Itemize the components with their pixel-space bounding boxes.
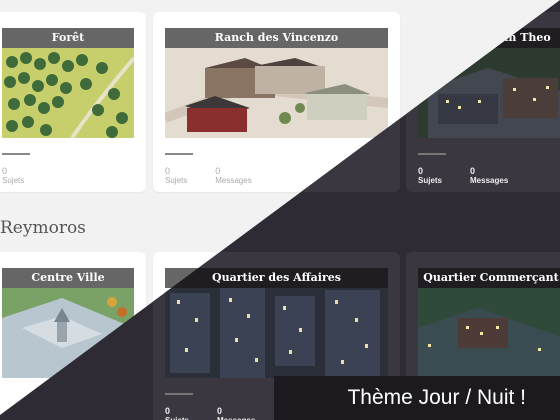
forum-stats: 0Sujets 0Messages bbox=[165, 166, 252, 185]
separator bbox=[165, 393, 193, 395]
subjects-label: Sujets bbox=[418, 176, 443, 185]
subjects-count: 0 bbox=[418, 166, 424, 176]
separator bbox=[165, 153, 193, 155]
forum-title[interactable]: Quartier des Affaires bbox=[165, 268, 388, 288]
messages-stat: 0Messages bbox=[470, 166, 508, 185]
messages-label: Messages bbox=[470, 176, 509, 185]
forum-title[interactable]: Centre Ville bbox=[2, 268, 134, 288]
subjects-count: 0 bbox=[165, 166, 171, 176]
messages-label: Messages bbox=[217, 416, 255, 420]
messages-count: 0 bbox=[215, 166, 221, 176]
messages-count: 0 bbox=[470, 166, 476, 176]
subjects-stat: 0Sujets bbox=[165, 166, 187, 185]
subjects-stat: 0Sujets bbox=[165, 406, 189, 420]
forum-stats: 0Sujets 0Messages bbox=[165, 406, 255, 420]
messages-stat: 0Messages bbox=[215, 166, 251, 185]
subjects-label: Sujets bbox=[2, 176, 25, 185]
theme-toggle-banner[interactable]: Thème Jour / Nuit ! bbox=[274, 376, 560, 420]
section-title-reymoros: Reymoros bbox=[0, 218, 86, 238]
subjects-count: 0 bbox=[2, 166, 8, 176]
subjects-label: Sujets bbox=[165, 176, 188, 185]
subjects-count: 0 bbox=[165, 406, 171, 416]
forum-stats: 0Sujets 0Messages bbox=[418, 166, 508, 185]
separator bbox=[418, 153, 446, 155]
messages-label: Messages bbox=[215, 176, 252, 185]
ranch-image[interactable] bbox=[165, 48, 388, 138]
messages-count: 0 bbox=[217, 406, 223, 416]
messages-stat: 0Messages bbox=[217, 406, 255, 420]
business-district-image[interactable] bbox=[165, 288, 388, 378]
subjects-stat: 0Sujets bbox=[2, 166, 24, 185]
subjects-label: Sujets bbox=[165, 416, 189, 420]
forest-image[interactable] bbox=[2, 48, 134, 138]
subjects-stat: 0Sujets bbox=[418, 166, 442, 185]
forum-stats: 0 Sujets bbox=[2, 166, 24, 185]
forum-card-foret[interactable]: Forêt 0 Sujets bbox=[0, 12, 146, 192]
forum-title[interactable]: Ranch des Vincenzo bbox=[165, 28, 388, 48]
separator bbox=[2, 153, 30, 155]
forum-title[interactable]: Forêt bbox=[2, 28, 134, 48]
forum-title[interactable]: Quartier Commerçant bbox=[418, 268, 560, 288]
commercial-district-image[interactable] bbox=[418, 288, 560, 378]
